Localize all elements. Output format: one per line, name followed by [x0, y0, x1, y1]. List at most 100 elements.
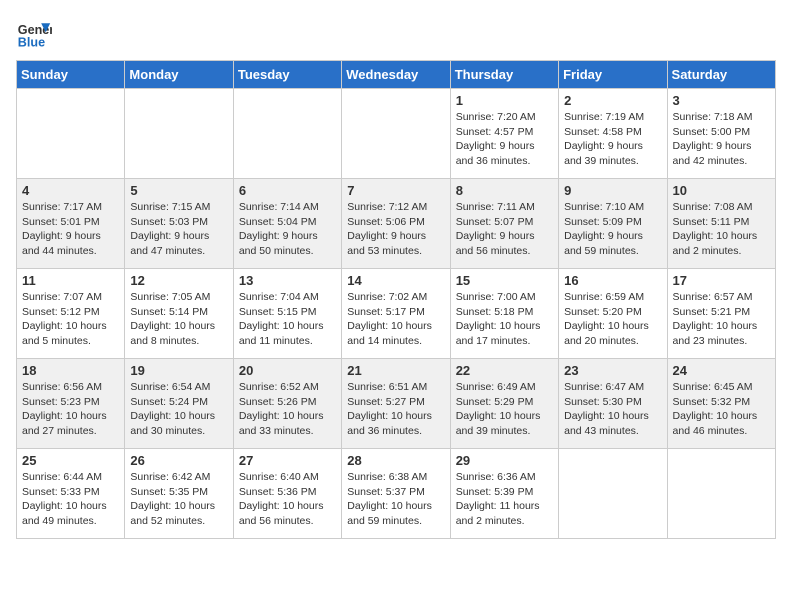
day-info: Sunrise: 7:18 AMSunset: 5:00 PMDaylight:… — [673, 110, 770, 169]
calendar-cell: 4 Sunrise: 7:17 AMSunset: 5:01 PMDaylight… — [17, 179, 125, 269]
day-info: Sunrise: 7:10 AMSunset: 5:09 PMDaylight:… — [564, 200, 661, 259]
day-number: 9 — [564, 183, 661, 198]
calendar-cell: 20 Sunrise: 6:52 AMSunset: 5:26 PMDayligh… — [233, 359, 341, 449]
calendar-cell: 24Sunrise: 6:45 AMSunset: 5:32 PMDayligh… — [667, 359, 775, 449]
day-info: Sunrise: 7:07 AMSunset: 5:12 PMDaylight:… — [22, 290, 119, 349]
day-number: 2 — [564, 93, 661, 108]
day-number: 8 — [456, 183, 553, 198]
calendar-cell: 15 Sunrise: 7:00 AMSunset: 5:18 PMDayligh… — [450, 269, 558, 359]
day-info: Sunrise: 6:49 AMSunset: 5:29 PMDaylight:… — [456, 380, 553, 439]
day-number: 7 — [347, 183, 444, 198]
calendar-cell: 26Sunrise: 6:42 AMSunset: 5:35 PMDayligh… — [125, 449, 233, 539]
calendar-cell: 19 Sunrise: 6:54 AMSunset: 5:24 PMDayligh… — [125, 359, 233, 449]
day-info: Sunrise: 6:36 AMSunset: 5:39 PMDaylight:… — [456, 470, 553, 529]
weekday-header-thursday: Thursday — [450, 61, 558, 89]
day-info: Sunrise: 7:14 AMSunset: 5:04 PMDaylight:… — [239, 200, 336, 259]
weekday-header-tuesday: Tuesday — [233, 61, 341, 89]
day-number: 19 — [130, 363, 227, 378]
day-number: 18 — [22, 363, 119, 378]
calendar-table: SundayMondayTuesdayWednesdayThursdayFrid… — [16, 60, 776, 539]
calendar-week-row: 25 Sunrise: 6:44 AMSunset: 5:33 PMDayligh… — [17, 449, 776, 539]
calendar-cell: 5Sunrise: 7:15 AMSunset: 5:03 PMDaylight… — [125, 179, 233, 269]
calendar-cell: 13Sunrise: 7:04 AMSunset: 5:15 PMDayligh… — [233, 269, 341, 359]
day-info: Sunrise: 6:56 AMSunset: 5:23 PMDaylight:… — [22, 380, 119, 439]
day-info: Sunrise: 7:00 AMSunset: 5:18 PMDaylight:… — [456, 290, 553, 349]
logo-icon: General Blue — [16, 16, 52, 52]
day-info: Sunrise: 6:54 AMSunset: 5:24 PMDaylight:… — [130, 380, 227, 439]
day-info: Sunrise: 7:08 AMSunset: 5:11 PMDaylight:… — [673, 200, 770, 259]
day-number: 4 — [22, 183, 119, 198]
day-number: 13 — [239, 273, 336, 288]
day-number: 20 — [239, 363, 336, 378]
day-number: 21 — [347, 363, 444, 378]
calendar-cell: 23 Sunrise: 6:47 AMSunset: 5:30 PMDayligh… — [559, 359, 667, 449]
day-info: Sunrise: 6:40 AMSunset: 5:36 PMDaylight:… — [239, 470, 336, 529]
calendar-cell: 17Sunrise: 6:57 AMSunset: 5:21 PMDayligh… — [667, 269, 775, 359]
weekday-header-saturday: Saturday — [667, 61, 775, 89]
calendar-cell: 14 Sunrise: 7:02 AMSunset: 5:17 PMDayligh… — [342, 269, 450, 359]
day-info: Sunrise: 6:47 AMSunset: 5:30 PMDaylight:… — [564, 380, 661, 439]
calendar-cell: 1 Sunrise: 7:20 AMSunset: 4:57 PMDaylight… — [450, 89, 558, 179]
calendar-cell — [17, 89, 125, 179]
calendar-week-row: 11Sunrise: 7:07 AMSunset: 5:12 PMDayligh… — [17, 269, 776, 359]
day-info: Sunrise: 7:20 AMSunset: 4:57 PMDaylight:… — [456, 110, 553, 169]
calendar-cell: 6 Sunrise: 7:14 AMSunset: 5:04 PMDaylight… — [233, 179, 341, 269]
calendar-cell: 22 Sunrise: 6:49 AMSunset: 5:29 PMDayligh… — [450, 359, 558, 449]
day-info: Sunrise: 7:17 AMSunset: 5:01 PMDaylight:… — [22, 200, 119, 259]
day-info: Sunrise: 6:52 AMSunset: 5:26 PMDaylight:… — [239, 380, 336, 439]
day-number: 28 — [347, 453, 444, 468]
day-number: 25 — [22, 453, 119, 468]
calendar-week-row: 4 Sunrise: 7:17 AMSunset: 5:01 PMDaylight… — [17, 179, 776, 269]
day-info: Sunrise: 7:05 AMSunset: 5:14 PMDaylight:… — [130, 290, 227, 349]
calendar-cell — [233, 89, 341, 179]
calendar-cell: 3 Sunrise: 7:18 AMSunset: 5:00 PMDaylight… — [667, 89, 775, 179]
calendar-cell: 25 Sunrise: 6:44 AMSunset: 5:33 PMDayligh… — [17, 449, 125, 539]
calendar-cell: 27Sunrise: 6:40 AMSunset: 5:36 PMDayligh… — [233, 449, 341, 539]
calendar-cell: 16 Sunrise: 6:59 AMSunset: 5:20 PMDayligh… — [559, 269, 667, 359]
day-number: 1 — [456, 93, 553, 108]
calendar-cell: 8 Sunrise: 7:11 AMSunset: 5:07 PMDaylight… — [450, 179, 558, 269]
day-number: 15 — [456, 273, 553, 288]
day-info: Sunrise: 7:02 AMSunset: 5:17 PMDaylight:… — [347, 290, 444, 349]
day-number: 24 — [673, 363, 770, 378]
page-header: General Blue — [16, 16, 776, 52]
day-number: 12 — [130, 273, 227, 288]
day-info: Sunrise: 7:12 AMSunset: 5:06 PMDaylight:… — [347, 200, 444, 259]
calendar-cell: 18 Sunrise: 6:56 AMSunset: 5:23 PMDayligh… — [17, 359, 125, 449]
day-number: 3 — [673, 93, 770, 108]
day-info: Sunrise: 6:57 AMSunset: 5:21 PMDaylight:… — [673, 290, 770, 349]
calendar-cell: 10 Sunrise: 7:08 AMSunset: 5:11 PMDayligh… — [667, 179, 775, 269]
day-info: Sunrise: 6:44 AMSunset: 5:33 PMDaylight:… — [22, 470, 119, 529]
calendar-cell — [342, 89, 450, 179]
day-info: Sunrise: 7:19 AMSunset: 4:58 PMDaylight:… — [564, 110, 661, 169]
day-number: 6 — [239, 183, 336, 198]
logo: General Blue — [16, 16, 56, 52]
calendar-header-row: SundayMondayTuesdayWednesdayThursdayFrid… — [17, 61, 776, 89]
calendar-cell: 11Sunrise: 7:07 AMSunset: 5:12 PMDayligh… — [17, 269, 125, 359]
day-number: 22 — [456, 363, 553, 378]
day-info: Sunrise: 7:15 AMSunset: 5:03 PMDaylight:… — [130, 200, 227, 259]
day-info: Sunrise: 7:11 AMSunset: 5:07 PMDaylight:… — [456, 200, 553, 259]
calendar-cell: 2 Sunrise: 7:19 AMSunset: 4:58 PMDaylight… — [559, 89, 667, 179]
calendar-cell: 12 Sunrise: 7:05 AMSunset: 5:14 PMDayligh… — [125, 269, 233, 359]
day-info: Sunrise: 6:51 AMSunset: 5:27 PMDaylight:… — [347, 380, 444, 439]
day-number: 14 — [347, 273, 444, 288]
calendar-cell — [559, 449, 667, 539]
day-number: 23 — [564, 363, 661, 378]
calendar-cell: 9 Sunrise: 7:10 AMSunset: 5:09 PMDaylight… — [559, 179, 667, 269]
calendar-week-row: 1 Sunrise: 7:20 AMSunset: 4:57 PMDaylight… — [17, 89, 776, 179]
calendar-cell — [125, 89, 233, 179]
day-number: 10 — [673, 183, 770, 198]
calendar-cell — [667, 449, 775, 539]
calendar-cell: 21 Sunrise: 6:51 AMSunset: 5:27 PMDayligh… — [342, 359, 450, 449]
day-number: 16 — [564, 273, 661, 288]
svg-text:Blue: Blue — [18, 36, 45, 50]
calendar-week-row: 18 Sunrise: 6:56 AMSunset: 5:23 PMDayligh… — [17, 359, 776, 449]
calendar-cell: 28Sunrise: 6:38 AMSunset: 5:37 PMDayligh… — [342, 449, 450, 539]
weekday-header-friday: Friday — [559, 61, 667, 89]
calendar-cell: 29Sunrise: 6:36 AMSunset: 5:39 PMDayligh… — [450, 449, 558, 539]
calendar-cell: 7 Sunrise: 7:12 AMSunset: 5:06 PMDaylight… — [342, 179, 450, 269]
day-info: Sunrise: 6:59 AMSunset: 5:20 PMDaylight:… — [564, 290, 661, 349]
weekday-header-monday: Monday — [125, 61, 233, 89]
weekday-header-wednesday: Wednesday — [342, 61, 450, 89]
